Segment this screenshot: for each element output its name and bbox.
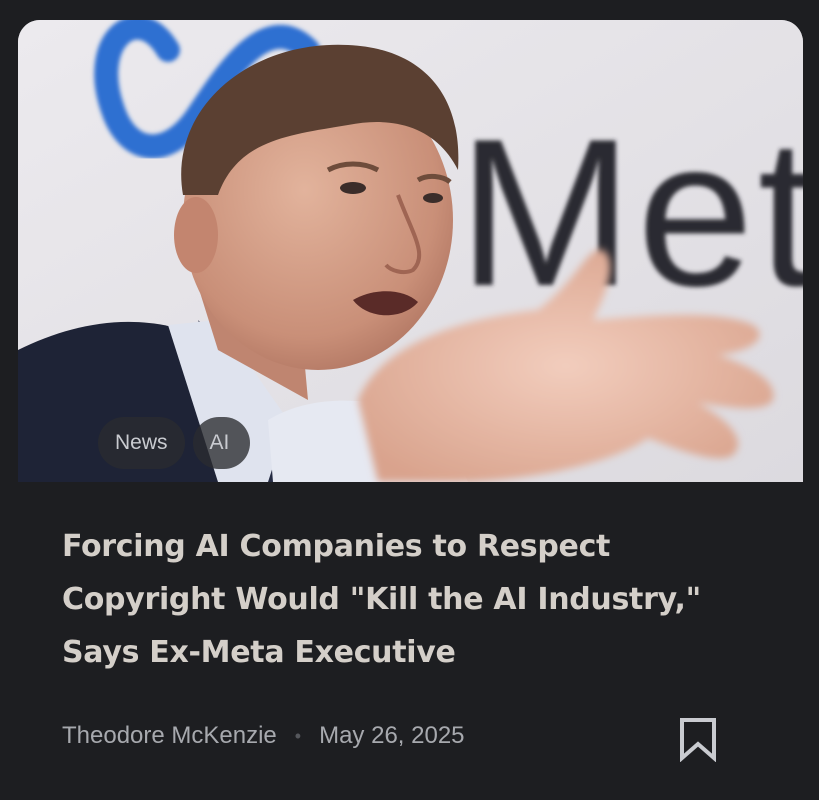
article-hero-image[interactable]: Meta xyxy=(18,20,803,482)
publish-date: May 26, 2025 xyxy=(319,722,465,749)
article-title[interactable]: Forcing AI Companies to Respect Copyrigh… xyxy=(62,520,762,679)
meta-wordmark: Meta xyxy=(458,95,803,330)
bookmark-icon[interactable] xyxy=(676,716,720,763)
tag-ai[interactable]: AI xyxy=(192,417,250,469)
tag-news[interactable]: News xyxy=(98,417,185,469)
meta-separator: • xyxy=(294,725,302,746)
article-card[interactable]: Meta xyxy=(0,0,819,800)
article-meta: Theodore McKenzie • May 26, 2025 xyxy=(62,722,465,750)
hero-photo: Meta xyxy=(18,20,803,482)
author-name[interactable]: Theodore McKenzie xyxy=(62,722,277,750)
tag-list: News AI xyxy=(98,417,250,469)
